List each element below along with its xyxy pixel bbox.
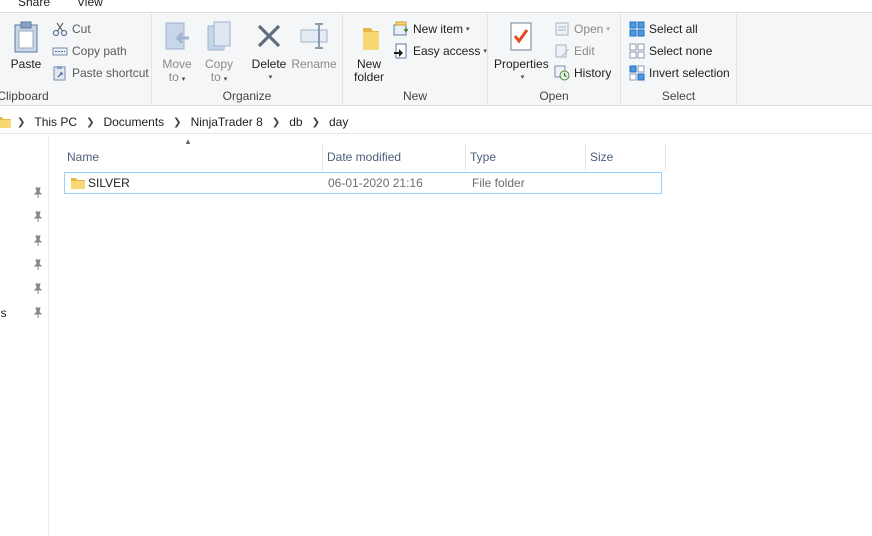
nav-item[interactable]: s [0,185,49,203]
open-group-label: Open [539,89,569,103]
new-folder-button[interactable]: New folder [351,20,387,84]
breadcrumb-ninjatrader[interactable]: NinjaTrader 8 [187,115,267,129]
breadcrumb-documents[interactable]: Documents [99,115,168,129]
select-none-button[interactable]: Select none [629,42,712,60]
ribbon: Paste Cut Copy path Paste shortcut Clipb… [0,14,872,106]
column-header-date-modified[interactable]: Date modified [323,143,466,171]
chevron-down-icon: ▾ [223,76,228,83]
select-group: Select all Select none Invert selection … [621,14,737,106]
organize-group: Move to ▾ Copy to ▾ Delete ▾ Rename Orga… [152,14,343,106]
rename-button[interactable]: Rename [291,20,337,71]
pin-icon[interactable] [32,283,44,295]
delete-x-icon [257,24,281,48]
nav-item[interactable]: s [0,161,49,179]
clipboard-group-label: Clipboard [0,89,49,103]
copy-path-button[interactable]: Copy path [52,42,127,60]
nav-item[interactable]: es [0,305,49,323]
copy-to-button[interactable]: Copy to ▾ [202,20,236,86]
navigation-pane: s s s s es [0,135,49,536]
folder-icon [71,178,85,189]
breadcrumb-this-pc[interactable]: This PC [30,115,81,129]
address-bar[interactable]: ❯ This PC ❯ Documents ❯ NinjaTrader 8 ❯ … [0,110,872,134]
edit-button[interactable]: Edit [554,42,595,60]
edit-pencil-icon [555,44,569,58]
breadcrumb: ❯ This PC ❯ Documents ❯ NinjaTrader 8 ❯ … [0,114,352,130]
chevron-down-icon: ▾ [520,74,525,81]
invert-selection-button[interactable]: Invert selection [629,64,730,82]
ribbon-tab-strip: Share View [0,0,872,13]
file-type: File folder [472,176,525,190]
cut-button[interactable]: Cut [52,20,91,38]
pin-icon[interactable] [32,187,44,199]
tab-view[interactable]: View [77,0,103,9]
open-group: Properties ▾ Open ▾ Edit History Open [488,14,621,106]
new-folder-icon [363,28,379,50]
tab-share[interactable]: Share [18,0,50,9]
nav-item[interactable] [0,257,49,275]
chevron-down-icon: ▾ [606,26,610,33]
delete-button[interactable]: Delete ▾ [249,20,289,84]
organize-group-label: Organize [222,89,272,103]
breadcrumb-day[interactable]: day [325,115,352,129]
new-group-label: New [402,89,427,103]
chevron-down-icon: ▾ [268,74,273,81]
chevron-down-icon: ▾ [483,48,487,55]
clipboard-icon [14,21,38,53]
column-header-size[interactable]: Size [586,143,666,171]
select-none-icon [629,43,645,59]
select-group-label: Select [661,89,696,103]
breadcrumb-separator-icon[interactable]: ❯ [307,117,325,128]
nav-item[interactable] [0,329,49,347]
column-header-name[interactable]: Name [63,143,323,171]
select-all-icon [629,21,645,37]
pin-icon[interactable] [32,259,44,271]
file-name: SILVER [88,176,130,190]
new-item-icon [393,21,408,36]
history-clock-icon [554,65,570,81]
rename-icon [300,23,328,49]
open-file-icon [555,22,569,36]
pin-icon[interactable] [32,211,44,223]
pin-icon[interactable] [32,235,44,247]
nav-item[interactable]: s [0,281,49,299]
copy-to-icon [207,21,231,51]
properties-button[interactable]: Properties ▾ [494,20,549,84]
copy-path-icon [52,47,68,56]
breadcrumb-separator-icon[interactable]: ❯ [12,117,30,128]
chevron-down-icon: ▾ [466,26,470,33]
nav-item[interactable]: s [0,209,49,227]
select-all-button[interactable]: Select all [629,20,698,38]
properties-icon [510,22,532,51]
history-button[interactable]: History [554,64,611,82]
pin-icon[interactable] [32,307,44,319]
move-to-button[interactable]: Move to ▾ [160,20,194,86]
paste-button[interactable]: Paste [8,20,44,71]
nav-item[interactable] [0,233,49,251]
new-group: New folder New item ▾ Easy access ▾ New [343,14,488,106]
paste-shortcut-button[interactable]: Paste shortcut [52,64,149,82]
scissors-icon [52,22,68,37]
breadcrumb-db[interactable]: db [285,115,306,129]
invert-selection-icon [629,65,645,81]
column-header-type[interactable]: Type [466,143,586,171]
folder-icon [0,117,11,128]
chevron-down-icon: ▾ [181,76,186,83]
move-to-icon [165,22,189,50]
table-row[interactable]: SILVER 06-01-2020 21:16 File folder [64,172,662,194]
paste-shortcut-icon [53,66,66,81]
breadcrumb-separator-icon[interactable]: ❯ [168,117,186,128]
breadcrumb-separator-icon[interactable]: ❯ [81,117,99,128]
easy-access-icon [394,43,407,59]
breadcrumb-separator-icon[interactable]: ❯ [267,117,285,128]
open-button[interactable]: Open ▾ [554,20,610,38]
new-item-button[interactable]: New item ▾ [393,20,470,38]
clipboard-group: Paste Cut Copy path Paste shortcut Clipb… [0,14,152,106]
easy-access-button[interactable]: Easy access ▾ [393,42,487,60]
file-date-modified: 06-01-2020 21:16 [328,176,423,190]
file-list: ▲ Name Date modified Type Size SILVER 06… [50,135,872,536]
